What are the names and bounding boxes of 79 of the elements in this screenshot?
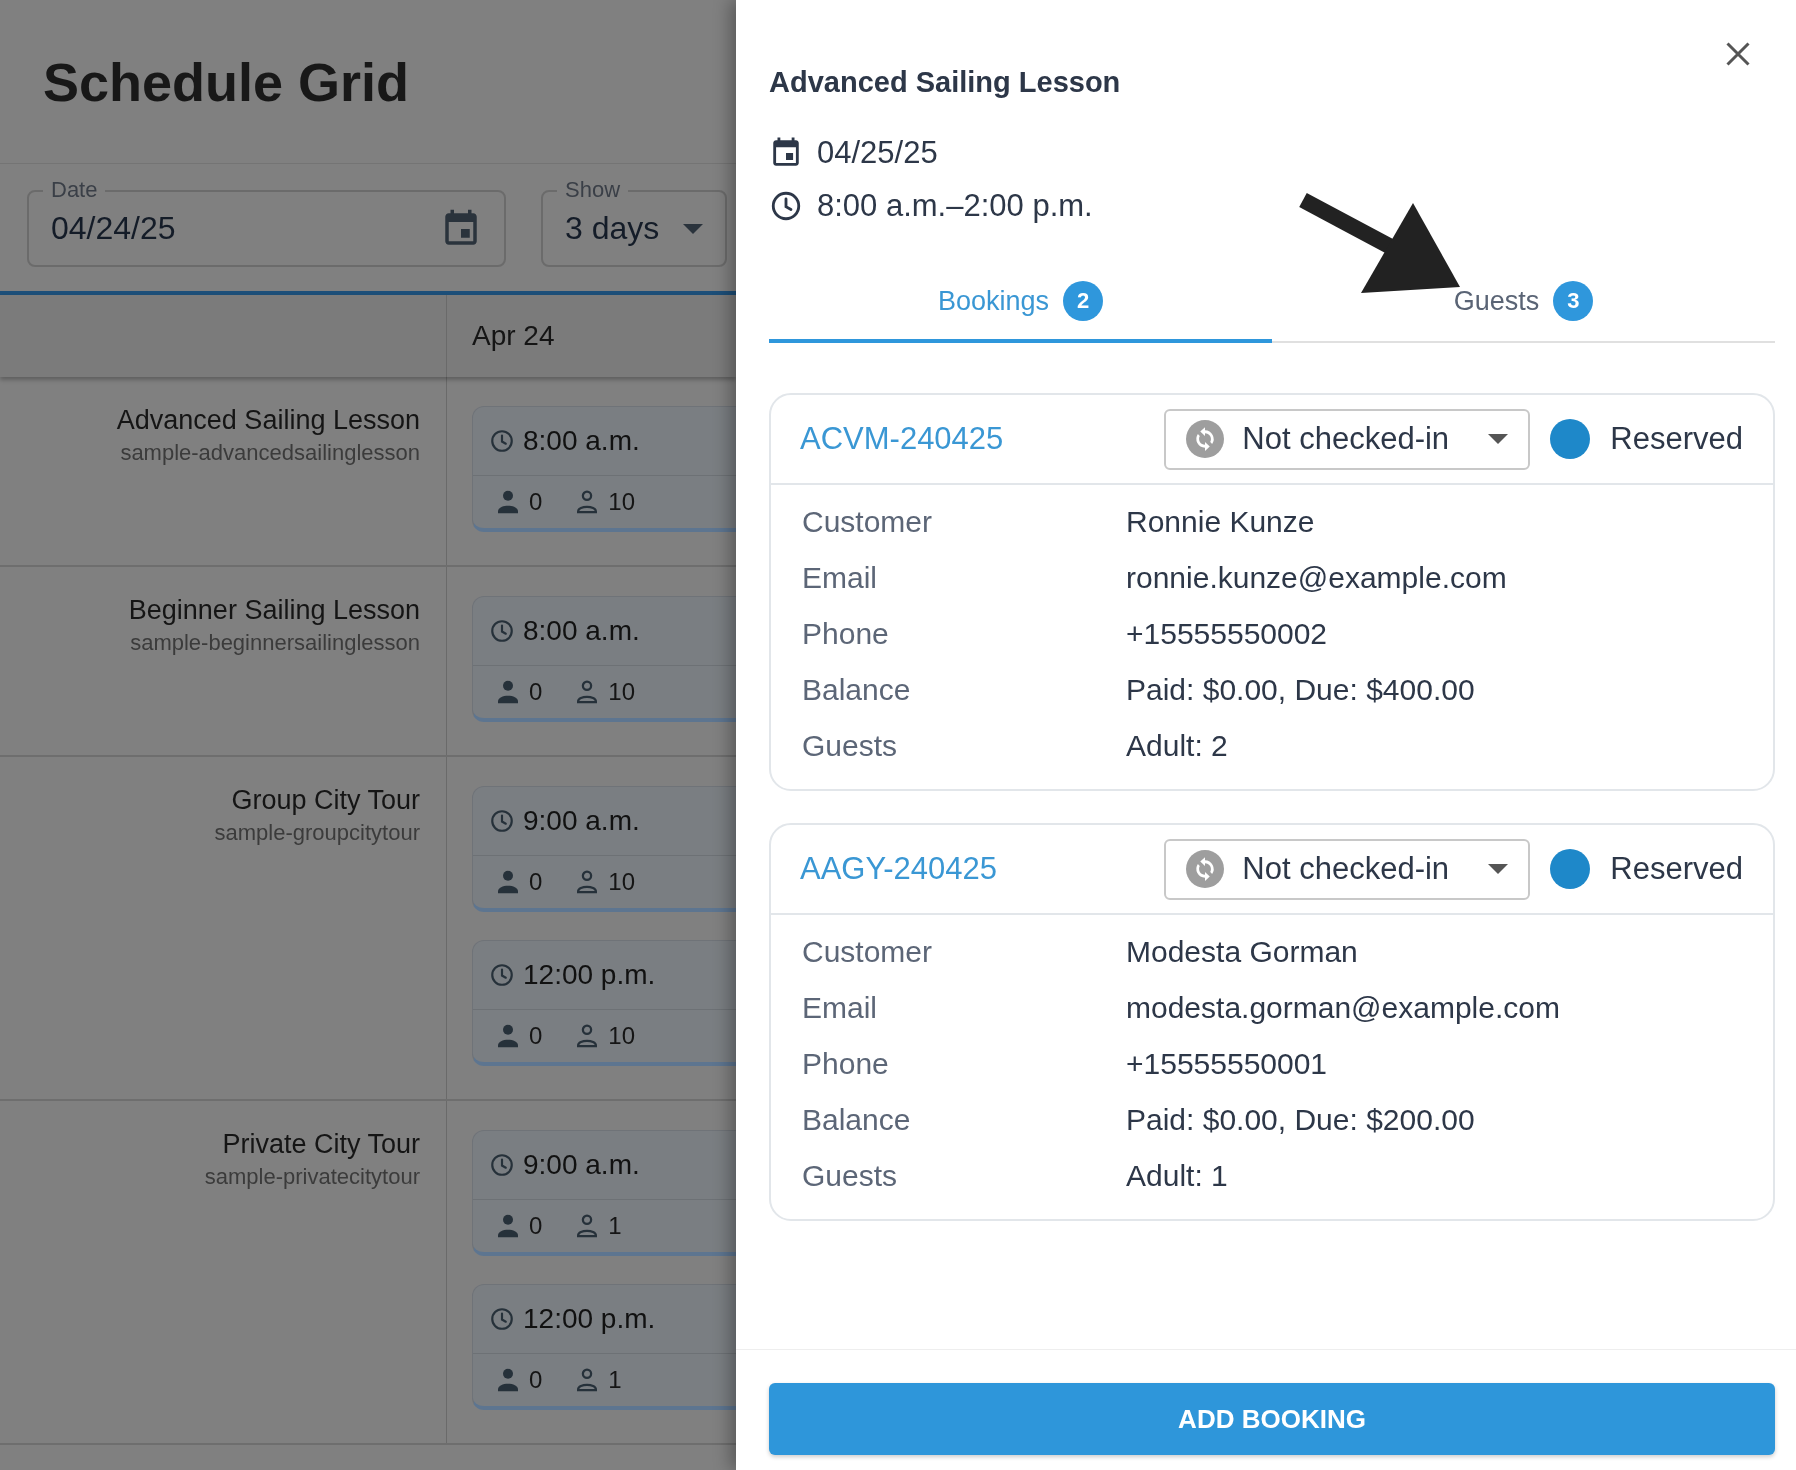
capacity-count: 10 (608, 488, 636, 516)
clock-icon (489, 1306, 515, 1332)
capacity-count: 10 (608, 868, 636, 896)
field-label: Balance (802, 1103, 912, 1137)
time-slot-card[interactable]: 12:00 p.m. 0 10 (472, 940, 736, 1066)
tab[interactable]: Bookings 2 (769, 263, 1272, 343)
clock-icon (489, 428, 515, 454)
capacity-count: 1 (608, 1212, 622, 1240)
activity-code: sample-beginnersailinglesson (129, 629, 420, 657)
clock-icon (769, 189, 803, 223)
booked-count: 0 (529, 1212, 543, 1240)
activity-name: Beginner Sailing Lesson (127, 594, 420, 627)
slot-time: 12:00 p.m. (523, 959, 656, 991)
field-label: Guests (802, 1159, 899, 1193)
field-value: ronnie.kunze@example.com (1126, 561, 1508, 595)
booking-code-link[interactable]: AAGY-240425 (800, 851, 1165, 887)
capacity-count: 10 (608, 1022, 636, 1050)
status-text: Reserved (1610, 421, 1743, 457)
count-badge: 2 (1063, 281, 1104, 321)
field-label: Phone (802, 617, 890, 651)
booked-count: 0 (529, 868, 543, 896)
field-label: Phone (802, 1047, 890, 1081)
activity-name: Group City Tour (230, 784, 420, 817)
time-slot-card[interactable]: 8:00 a.m. 0 10 (472, 406, 736, 532)
sync-icon (1186, 420, 1225, 458)
field-label: Customer (802, 505, 934, 539)
activity-code: sample-groupcitytour (213, 819, 420, 847)
activity-name: Private City Tour (221, 1128, 420, 1161)
booked-count: 0 (529, 488, 543, 516)
slot-time: 8:00 a.m. (523, 615, 640, 647)
field-value: +15555550001 (1126, 1047, 1329, 1081)
field-label: Email (802, 991, 878, 1025)
clock-icon (489, 1152, 515, 1178)
clock-icon (489, 962, 515, 988)
field-value: Adult: 2 (1126, 729, 1229, 763)
field-value: Paid: $0.00, Due: $400.00 (1126, 673, 1476, 707)
slot-time: 8:00 a.m. (523, 425, 640, 457)
field-label: Customer (802, 935, 934, 969)
time-slot-card[interactable]: 12:00 p.m. 0 1 (472, 1284, 736, 1410)
booking-code-link[interactable]: ACVM-240425 (800, 421, 1165, 457)
check-in-dropdown[interactable]: Not checked-in (1164, 408, 1531, 470)
slot-time: 12:00 p.m. (523, 1303, 656, 1335)
slot-time: 9:00 a.m. (523, 805, 640, 837)
drawer-title: Advanced Sailing Lesson (769, 65, 1122, 100)
field-value: Ronnie Kunze (1126, 505, 1316, 539)
booked-count: 0 (529, 1022, 543, 1050)
page-title: Schedule Grid (43, 50, 410, 113)
field-value: Modesta Gorman (1126, 935, 1359, 969)
sync-icon (1186, 850, 1225, 888)
add-booking-button[interactable]: ADD BOOKING (769, 1383, 1775, 1455)
event-date: 04/25/25 (817, 135, 938, 171)
capacity-count: 10 (608, 678, 636, 706)
time-slot-card[interactable]: 9:00 a.m. 0 1 (472, 1130, 736, 1256)
field-value: Paid: $0.00, Due: $200.00 (1126, 1103, 1476, 1137)
caret-icon (683, 223, 703, 234)
field-label: Balance (802, 673, 912, 707)
caret-icon (1488, 434, 1509, 444)
check-in-dropdown[interactable]: Not checked-in (1164, 838, 1531, 900)
activity-code: sample-privatecitytour (203, 1163, 420, 1191)
field-value: Adult: 1 (1126, 1159, 1229, 1193)
time-slot-card[interactable]: 9:00 a.m. 0 10 (472, 786, 736, 912)
status-text: Reserved (1610, 851, 1743, 887)
clock-icon (489, 618, 515, 644)
slot-time: 9:00 a.m. (523, 1149, 640, 1181)
field-value: +15555550002 (1126, 617, 1329, 651)
activity-code: sample-advancedsailinglesson (119, 439, 420, 467)
event-time: 8:00 a.m.–2:00 p.m. (817, 188, 1093, 224)
booked-count: 0 (529, 678, 543, 706)
caret-icon (1488, 864, 1509, 874)
booked-count: 0 (529, 1366, 543, 1394)
column-header: Apr 24 (472, 320, 555, 352)
capacity-count: 1 (608, 1366, 622, 1394)
clock-icon (489, 808, 515, 834)
time-slot-card[interactable]: 8:00 a.m. 0 10 (472, 596, 736, 722)
field-label: Guests (802, 729, 899, 763)
activity-name: Advanced Sailing Lesson (115, 404, 420, 437)
field-value: modesta.gorman@example.com (1126, 991, 1561, 1025)
field-label: Email (802, 561, 878, 595)
count-badge: 3 (1553, 281, 1594, 321)
